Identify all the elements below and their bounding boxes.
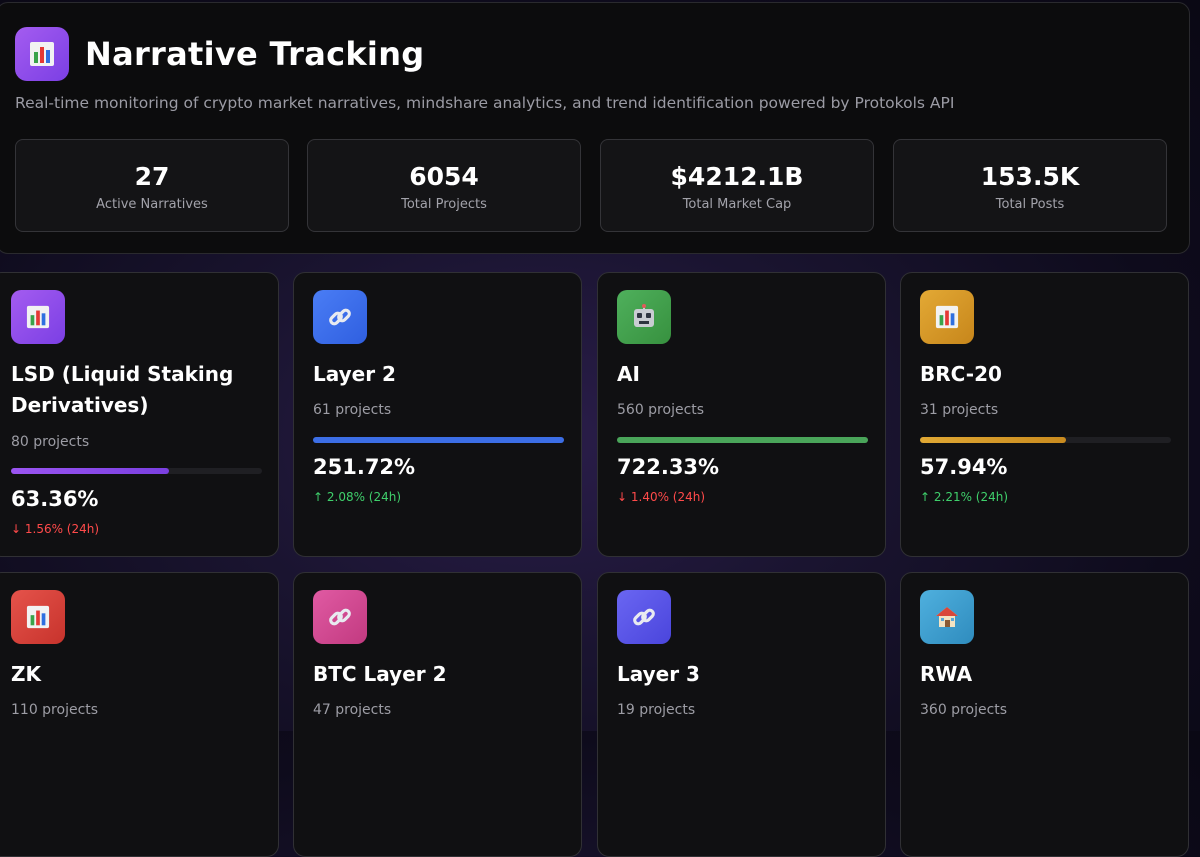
link-icon [617,590,671,644]
title-row: Narrative Tracking [15,27,425,81]
narrative-name: BTC Layer 2 [313,662,447,686]
project-count: 61 projects [313,402,392,418]
mindshare-bar [617,437,868,443]
robot-icon [617,290,671,344]
narrative-name: RWA [920,662,973,686]
stat-value: $4212.1B [670,162,804,191]
narrative-name: ZK [11,662,41,686]
narrative-name: AI [617,362,640,386]
mindshare-bar-fill [617,437,868,443]
stat-label: Total Posts [995,197,1065,212]
mindshare-bar-fill [11,468,170,474]
bar-chart-icon [15,27,69,81]
change-24h: ↑ 2.21% (24h) [920,490,1009,504]
stat-card-total-projects: 6054 Total Projects [307,139,581,232]
narrative-name: Layer 2 [313,362,396,386]
narrative-card-ai[interactable]: AI 560 projects 722.33% ↓ 1.40% (24h) [597,272,886,557]
stat-value: 27 [134,162,170,191]
stat-label: Total Market Cap [682,197,792,212]
stat-card-total-posts: 153.5K Total Posts [893,139,1167,232]
narrative-name: BRC-20 [920,362,1002,386]
header-panel: Narrative Tracking Real-time monitoring … [0,2,1190,254]
project-count: 110 projects [11,702,99,718]
bar-chart-icon [11,290,65,344]
narrative-card-zk[interactable]: ZK 110 projects [0,572,279,857]
change-24h: ↑ 2.08% (24h) [313,490,402,504]
narrative-name: LSD (Liquid Staking Derivatives) [11,362,234,417]
mindshare-percent: 57.94% [920,455,1008,479]
narrative-card-layer-2[interactable]: Layer 2 61 projects 251.72% ↑ 2.08% (24h… [293,272,582,557]
bar-chart-icon [11,590,65,644]
stat-value: 153.5K [980,162,1080,191]
page-title: Narrative Tracking [85,35,425,73]
narrative-card-lsd[interactable]: LSD (Liquid Staking Derivatives) 80 proj… [0,272,279,557]
narrative-card-brc-20[interactable]: BRC-20 31 projects 57.94% ↑ 2.21% (24h) [900,272,1189,557]
stat-label: Total Projects [401,197,487,212]
narrative-card-rwa[interactable]: RWA 360 projects [900,572,1189,857]
bar-chart-icon [920,290,974,344]
project-count: 560 projects [617,402,705,418]
project-count: 360 projects [920,702,1008,718]
stat-card-total-market-cap: $4212.1B Total Market Cap [600,139,874,232]
page-subtitle: Real-time monitoring of crypto market na… [15,94,955,112]
narrative-card-btc-layer-2[interactable]: BTC Layer 2 47 projects [293,572,582,857]
narrative-card-layer-3[interactable]: Layer 3 19 projects [597,572,886,857]
stat-value: 6054 [409,162,479,191]
mindshare-bar [920,437,1171,443]
change-24h: ↓ 1.56% (24h) [11,522,100,536]
link-icon [313,590,367,644]
change-24h: ↓ 1.40% (24h) [617,490,706,504]
mindshare-percent: 251.72% [313,455,416,479]
project-count: 47 projects [313,702,392,718]
mindshare-bar-fill [313,437,564,443]
project-count: 19 projects [617,702,696,718]
mindshare-percent: 63.36% [11,487,99,511]
stat-card-active-narratives: 27 Active Narratives [15,139,289,232]
mindshare-bar [313,437,564,443]
stat-label: Active Narratives [96,197,208,212]
link-icon [313,290,367,344]
mindshare-bar-fill [920,437,1066,443]
project-count: 31 projects [920,402,999,418]
project-count: 80 projects [11,434,90,450]
mindshare-percent: 722.33% [617,455,720,479]
mindshare-bar [11,468,262,474]
house-icon [920,590,974,644]
narrative-name: Layer 3 [617,662,700,686]
